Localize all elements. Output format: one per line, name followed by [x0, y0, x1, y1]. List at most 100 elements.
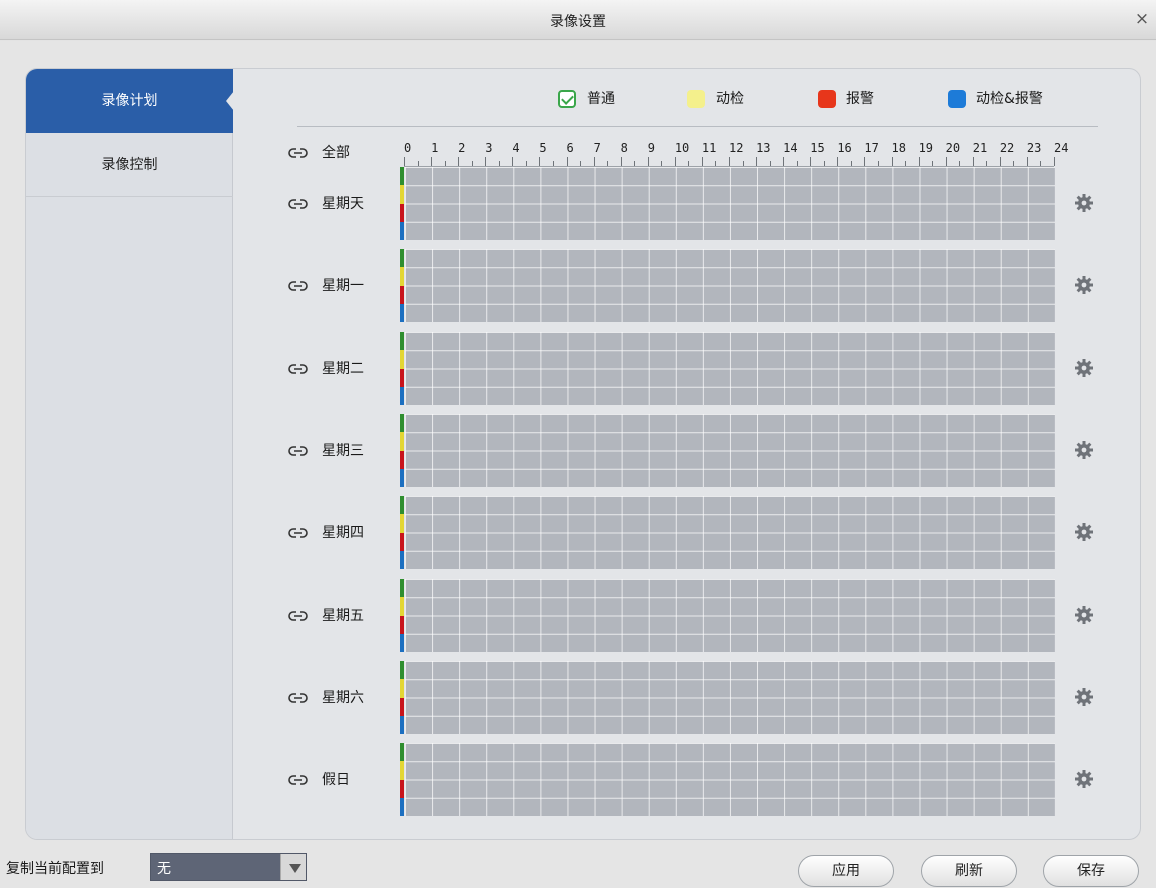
link-icon[interactable] — [288, 280, 308, 292]
ruler-tick — [580, 161, 582, 166]
checkbox-checked-icon[interactable] — [558, 90, 576, 108]
day-schedule-grid[interactable] — [405, 249, 1055, 322]
ruler-tick — [1040, 161, 1042, 166]
record-type-strip — [400, 743, 404, 816]
hour-label-7: 7 — [593, 141, 601, 155]
record-type-strip-segment — [400, 715, 404, 734]
gear-icon[interactable] — [1074, 769, 1094, 789]
record-type-strip — [400, 249, 404, 322]
day-schedule-grid[interactable] — [405, 661, 1055, 734]
ruler-tick — [1026, 157, 1028, 166]
record-type-strip-segment — [400, 332, 404, 351]
ruler-tick — [620, 157, 622, 166]
ruler-tick — [431, 157, 433, 166]
legend-label-normal: 普通 — [587, 91, 615, 107]
day-label: 星期三 — [322, 443, 364, 459]
link-icon[interactable] — [288, 147, 308, 159]
record-type-strip-segment — [400, 221, 404, 240]
link-icon[interactable] — [288, 774, 308, 786]
ruler-tick — [647, 157, 649, 166]
hour-label-2: 2 — [458, 141, 466, 155]
gear-icon[interactable] — [1074, 440, 1094, 460]
day-schedule-grid[interactable] — [405, 414, 1055, 487]
hour-label-24: 24 — [1054, 141, 1069, 155]
day-schedule-grid[interactable] — [405, 743, 1055, 816]
ruler-tick — [905, 161, 907, 166]
record-type-strip-segment — [400, 597, 404, 616]
legend-swatch-motion[interactable] — [687, 90, 705, 108]
ruler-tick — [932, 161, 934, 166]
link-icon[interactable] — [288, 610, 308, 622]
link-icon[interactable] — [288, 198, 308, 210]
ruler-tick — [715, 161, 717, 166]
ruler-tick — [661, 161, 663, 166]
record-type-strip-segment — [400, 350, 404, 369]
ruler-tick — [945, 157, 947, 166]
refresh-button[interactable]: 刷新 — [921, 855, 1017, 887]
hour-label-23: 23 — [1026, 141, 1042, 155]
hour-label-8: 8 — [620, 141, 628, 155]
legend-swatch-alarm[interactable] — [818, 90, 836, 108]
copy-target-value: 无 — [157, 861, 171, 877]
dropdown-arrow-icon[interactable] — [280, 854, 306, 880]
link-icon[interactable] — [288, 527, 308, 539]
hour-label-13: 13 — [756, 141, 771, 155]
ruler-tick — [756, 157, 758, 166]
sidebar-item-record-control[interactable]: 录像控制 — [26, 133, 233, 197]
day-schedule-grid[interactable] — [405, 496, 1055, 569]
hour-label-17: 17 — [864, 141, 879, 155]
hour-label-6: 6 — [566, 141, 574, 155]
hour-label-3: 3 — [485, 141, 493, 155]
ruler-tick — [566, 157, 568, 166]
link-icon[interactable] — [288, 363, 308, 375]
ruler-tick — [796, 161, 798, 166]
record-type-strip-segment — [400, 779, 404, 798]
day-label: 星期一 — [322, 278, 364, 294]
save-button[interactable]: 保存 — [1043, 855, 1139, 887]
ruler-tick — [891, 157, 893, 166]
apply-button[interactable]: 应用 — [798, 855, 894, 887]
ruler-tick — [512, 157, 514, 166]
hour-label-12: 12 — [729, 141, 744, 155]
day-label: 星期四 — [322, 525, 364, 541]
link-icon[interactable] — [288, 445, 308, 457]
gear-icon[interactable] — [1074, 687, 1094, 707]
copy-target-select[interactable]: 无 — [150, 853, 307, 881]
hour-label-5: 5 — [539, 141, 547, 155]
window-title: 录像设置 — [550, 14, 606, 30]
ruler-tick — [918, 157, 920, 166]
gear-icon[interactable] — [1074, 522, 1094, 542]
record-type-strip — [400, 332, 404, 405]
gear-icon[interactable] — [1074, 605, 1094, 625]
link-icon[interactable] — [288, 692, 308, 704]
record-type-strip-segment — [400, 267, 404, 286]
day-schedule-grid[interactable] — [405, 579, 1055, 652]
day-schedule-grid[interactable] — [405, 167, 1055, 240]
legend-divider — [297, 126, 1098, 127]
gear-icon[interactable] — [1074, 358, 1094, 378]
day-label: 星期五 — [322, 608, 364, 624]
record-type-strip-segment — [400, 432, 404, 451]
record-type-strip-segment — [400, 185, 404, 204]
close-icon[interactable]: × — [1134, 11, 1150, 28]
ruler-tick — [607, 161, 609, 166]
record-type-strip-segment — [400, 514, 404, 533]
record-type-strip-segment — [400, 468, 404, 487]
day-schedule-grid[interactable] — [405, 332, 1055, 405]
ruler-tick — [1054, 157, 1055, 166]
ruler-tick — [850, 161, 852, 166]
ruler-tick — [498, 161, 500, 166]
hour-label-21: 21 — [972, 141, 988, 155]
sidebar-item-record-plan[interactable]: 录像计划 — [26, 69, 234, 133]
hour-label-14: 14 — [783, 141, 798, 155]
record-type-strip-segment — [400, 496, 404, 515]
hour-label-16: 16 — [837, 141, 852, 155]
all-days-label: 全部 — [322, 145, 350, 161]
ruler-tick — [674, 157, 676, 166]
legend-swatch-motion-alarm[interactable] — [948, 90, 966, 108]
gear-icon[interactable] — [1074, 275, 1094, 295]
gear-icon[interactable] — [1074, 193, 1094, 213]
ruler-tick — [444, 161, 446, 166]
record-type-strip — [400, 579, 404, 652]
day-label: 星期二 — [322, 361, 364, 377]
